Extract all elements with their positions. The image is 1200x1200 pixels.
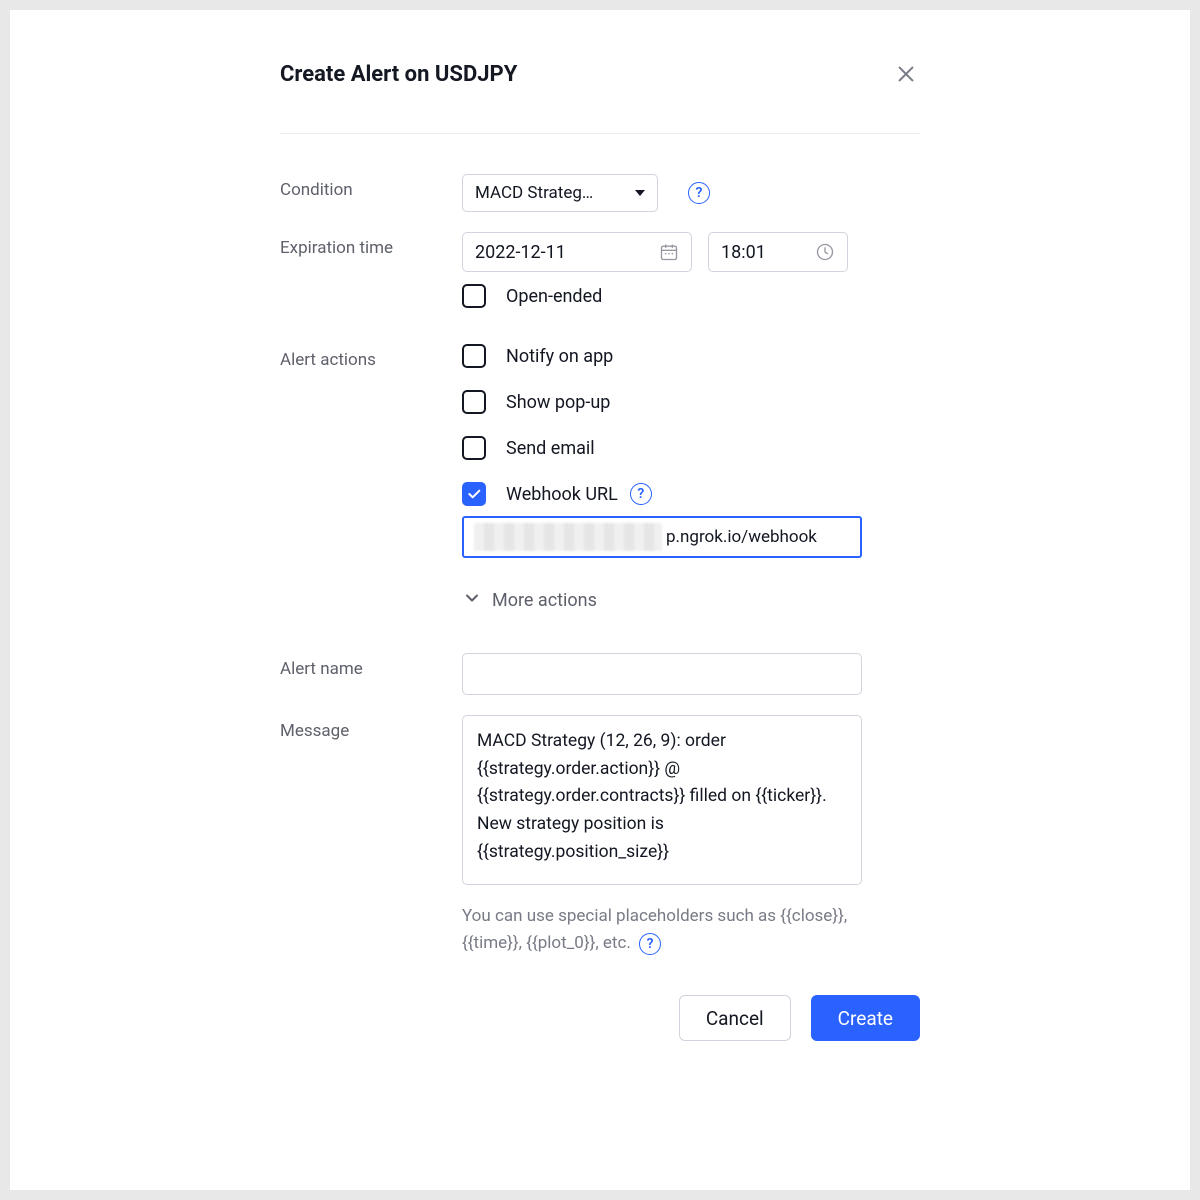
close-icon — [895, 63, 917, 85]
message-label: Message — [280, 715, 462, 957]
caret-down-icon — [635, 190, 645, 196]
alert-name-input[interactable] — [462, 653, 862, 695]
chevron-down-icon — [462, 588, 482, 613]
send-email-label: Send email — [506, 438, 595, 459]
calendar-icon — [659, 242, 679, 262]
expiration-date-input[interactable]: 2022-12-11 — [462, 232, 692, 272]
webhook-checkbox[interactable]: Webhook URL ? — [462, 482, 920, 506]
dialog-footer: Cancel Create — [280, 995, 920, 1041]
clock-icon — [815, 242, 835, 262]
expiration-time-value: 18:01 — [721, 242, 766, 263]
condition-row: Condition MACD Strateg… ? — [280, 174, 920, 212]
expiration-row: Expiration time 2022-12-11 18:01 — [280, 232, 920, 330]
more-actions-label: More actions — [492, 590, 597, 611]
message-row: Message MACD Strategy (12, 26, 9): order… — [280, 715, 920, 957]
expiration-time-input[interactable]: 18:01 — [708, 232, 848, 272]
webhook-label: Webhook URL — [506, 484, 618, 505]
send-email-checkbox[interactable]: Send email — [462, 436, 920, 460]
notify-app-checkbox[interactable]: Notify on app — [462, 344, 920, 368]
checkbox-checked-icon — [462, 482, 486, 506]
message-textarea[interactable]: MACD Strategy (12, 26, 9): order {{strat… — [462, 715, 862, 885]
condition-value: MACD Strateg… — [475, 183, 629, 203]
message-hint: You can use special placeholders such as… — [462, 903, 862, 957]
alert-name-label: Alert name — [280, 653, 462, 695]
dialog-title: Create Alert on USDJPY — [280, 62, 517, 87]
show-popup-label: Show pop-up — [506, 392, 610, 413]
checkbox-icon — [462, 344, 486, 368]
alert-name-row: Alert name — [280, 653, 920, 695]
create-alert-dialog: Create Alert on USDJPY Condition MACD St… — [280, 60, 920, 1041]
create-button[interactable]: Create — [811, 995, 920, 1041]
more-actions-toggle[interactable]: More actions — [462, 588, 920, 613]
condition-select[interactable]: MACD Strateg… — [462, 174, 658, 212]
webhook-url-input[interactable]: p.ngrok.io/webhook — [462, 516, 862, 558]
open-ended-label: Open-ended — [506, 286, 602, 307]
webhook-url-visible: p.ngrok.io/webhook — [666, 527, 817, 547]
redacted-segment — [474, 523, 662, 551]
checkbox-icon — [462, 284, 486, 308]
open-ended-checkbox[interactable]: Open-ended — [462, 284, 920, 308]
alert-actions-label: Alert actions — [280, 344, 462, 653]
help-icon[interactable]: ? — [630, 483, 652, 505]
close-button[interactable] — [892, 60, 920, 88]
help-icon[interactable]: ? — [639, 933, 661, 955]
show-popup-checkbox[interactable]: Show pop-up — [462, 390, 920, 414]
expiration-label: Expiration time — [280, 232, 462, 330]
cancel-button[interactable]: Cancel — [679, 995, 791, 1041]
checkbox-icon — [462, 390, 486, 414]
checkbox-icon — [462, 436, 486, 460]
condition-label: Condition — [280, 174, 462, 212]
notify-app-label: Notify on app — [506, 346, 613, 367]
help-icon[interactable]: ? — [688, 182, 710, 204]
dialog-surface: Create Alert on USDJPY Condition MACD St… — [10, 10, 1190, 1190]
dialog-header: Create Alert on USDJPY — [280, 60, 920, 134]
alert-actions-row: Alert actions Notify on app Show pop-up … — [280, 344, 920, 653]
expiration-date-value: 2022-12-11 — [475, 242, 566, 263]
